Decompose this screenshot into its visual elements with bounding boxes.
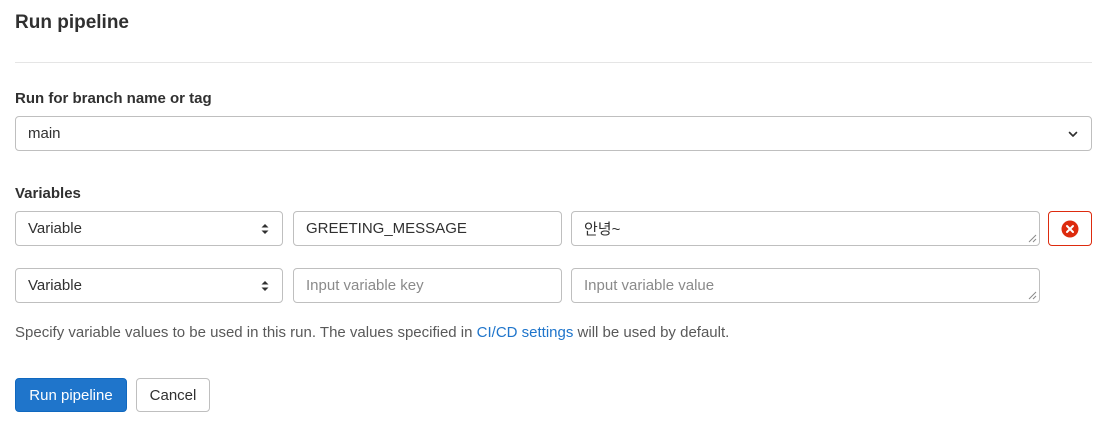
- variable-key-input[interactable]: GREETING_MESSAGE: [293, 211, 562, 246]
- resize-handle-icon[interactable]: [1028, 291, 1037, 300]
- branch-label: Run for branch name or tag: [15, 90, 212, 107]
- remove-circle-icon: [1061, 220, 1079, 237]
- help-text: Specify variable values to be used in th…: [15, 324, 729, 341]
- run-pipeline-button[interactable]: Run pipeline: [15, 378, 127, 412]
- help-text-suffix: will be used by default.: [577, 324, 730, 341]
- help-text-prefix: Specify variable values to be used in th…: [15, 324, 473, 341]
- variable-key-input[interactable]: Input variable key: [293, 268, 562, 303]
- remove-variable-button[interactable]: [1048, 211, 1092, 246]
- variables-label: Variables: [15, 185, 81, 202]
- variable-value-input[interactable]: 안녕~: [571, 211, 1040, 246]
- variable-key-placeholder: Input variable key: [306, 277, 424, 294]
- variable-type-value: Variable: [28, 220, 82, 237]
- cancel-button[interactable]: Cancel: [136, 378, 210, 412]
- variable-type-select[interactable]: Variable: [15, 211, 283, 246]
- divider: [15, 62, 1092, 63]
- variable-value-input[interactable]: Input variable value: [571, 268, 1040, 303]
- sort-updown-icon: [261, 280, 269, 291]
- cicd-settings-link[interactable]: CI/CD settings: [477, 324, 574, 341]
- variable-value-value: 안녕~: [584, 221, 621, 238]
- branch-selected-value: main: [28, 125, 61, 142]
- chevron-down-icon: [1068, 131, 1078, 137]
- variable-type-value: Variable: [28, 277, 82, 294]
- branch-select[interactable]: main: [15, 116, 1092, 151]
- variable-key-value: GREETING_MESSAGE: [306, 220, 467, 237]
- resize-handle-icon[interactable]: [1028, 234, 1037, 243]
- variable-value-placeholder: Input variable value: [584, 277, 715, 294]
- variable-type-select[interactable]: Variable: [15, 268, 283, 303]
- page-title: Run pipeline: [15, 12, 129, 33]
- sort-updown-icon: [261, 223, 269, 234]
